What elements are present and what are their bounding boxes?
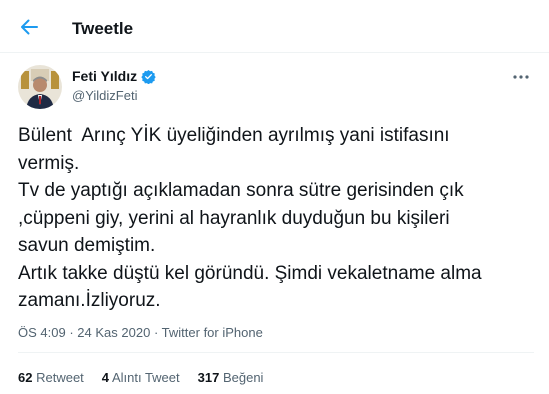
page-title: Tweetle xyxy=(72,19,134,38)
tweet-text-line: zamanı.İzliyoruz. xyxy=(18,290,161,311)
arrow-left-icon xyxy=(21,19,38,35)
meta-separator: · xyxy=(153,325,159,340)
back-button[interactable] xyxy=(16,14,42,40)
author-name[interactable]: Feti Yıldız xyxy=(72,68,137,85)
divider xyxy=(18,352,534,353)
tweet-text-line: savun demiştim. xyxy=(18,235,156,256)
tweet-text: Bülent Arınç YİK üyeliğinden ayrılmış ya… xyxy=(18,122,518,315)
retweets-label: Retweet xyxy=(36,370,84,385)
avatar[interactable] xyxy=(18,65,62,109)
tweet-source[interactable]: Twitter for iPhone xyxy=(162,325,263,340)
tweet-time[interactable]: ÖS 4:09 xyxy=(18,325,66,340)
author-handle[interactable]: @YildizFeti xyxy=(72,88,137,104)
likes-count: 317 xyxy=(197,370,220,385)
tweet-text-line: Artık takke düştü kel göründü. Şimdi vek… xyxy=(18,262,482,284)
retweets-count: 62 xyxy=(18,370,33,385)
tweet-text-line: vermiş. xyxy=(18,152,80,174)
author-name-row[interactable]: Feti Yıldız xyxy=(72,68,156,85)
tweet-stats: 62 Retweet 4 Alıntı Tweet 317 Beğeni xyxy=(18,370,281,386)
tweet-text-line: Tv de yaptığı açıklamadan sonra sütre ge… xyxy=(18,180,464,201)
tweet-text-line: Bülent Arınç YİK üyeliğinden ayrılmış ya… xyxy=(18,125,450,146)
more-horizontal-icon xyxy=(513,75,529,79)
meta-separator: · xyxy=(69,325,74,340)
verified-badge-icon xyxy=(141,69,156,84)
likes-label: Beğeni xyxy=(222,370,264,385)
page-header: Tweetle xyxy=(0,0,549,53)
likes-stat[interactable]: 317 Beğeni xyxy=(198,370,264,386)
quotes-stat[interactable]: 4 Alıntı Tweet xyxy=(102,370,180,386)
more-options-button[interactable] xyxy=(512,70,530,84)
quotes-count: 4 xyxy=(101,370,110,385)
retweets-stat[interactable]: 62 Retweet xyxy=(18,370,84,386)
tweet-text-line: ,cüppeni giy, yerini al hayranlık duyduğ… xyxy=(18,207,450,229)
quotes-label: Alıntı Tweet xyxy=(111,370,180,385)
tweet-date[interactable]: 24 Kas 2020 xyxy=(77,325,150,340)
tweet-meta: ÖS 4:09 · 24 Kas 2020 · Twitter for iPho… xyxy=(18,325,263,341)
